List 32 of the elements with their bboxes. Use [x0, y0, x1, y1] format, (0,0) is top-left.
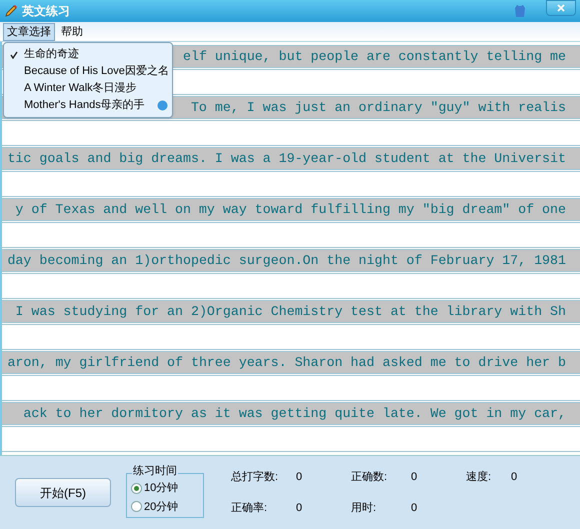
input-field[interactable] [2, 324, 580, 350]
input-field[interactable] [2, 375, 580, 401]
stat-value: 0 [411, 500, 418, 516]
radio-label: 20分钟 [144, 500, 178, 514]
input-field[interactable] [2, 273, 580, 299]
radio-button[interactable] [131, 501, 142, 512]
menu-option[interactable]: A Winter Walk冬日漫步 [24, 80, 137, 97]
stat-value: 0 [296, 500, 304, 516]
input-field[interactable] [2, 426, 580, 452]
stat-label: 正确数: [351, 470, 388, 485]
group-title: 练习时间 [132, 466, 178, 477]
close-button[interactable] [546, 0, 576, 16]
window-title: 英文练习 [22, 3, 70, 20]
input-field[interactable] [2, 120, 580, 146]
stat-value: 0 [411, 470, 418, 485]
radio-label: 10分钟 [144, 481, 178, 496]
radio-button[interactable] [131, 482, 142, 494]
start-button[interactable]: 开始(F5) [15, 478, 111, 507]
input-field[interactable] [2, 222, 580, 248]
menu-item[interactable]: 帮助 [57, 22, 87, 40]
stat-label: 正确率: [231, 500, 268, 516]
stat-label: 速度: [466, 470, 492, 485]
stat-value: 0 [296, 470, 304, 485]
close-icon [557, 4, 565, 12]
stat-label: 用时: [351, 500, 378, 516]
menu-option[interactable]: 生命的奇迹 [24, 46, 79, 63]
stat-value: 0 [511, 470, 518, 485]
menu-item[interactable]: 文章选择 [3, 22, 55, 40]
menu-option[interactable]: Mother's Hands母亲的手 [24, 97, 145, 114]
pencil-icon [4, 4, 18, 18]
stat-label: 总打字数: [231, 470, 280, 485]
input-field[interactable] [2, 171, 580, 197]
